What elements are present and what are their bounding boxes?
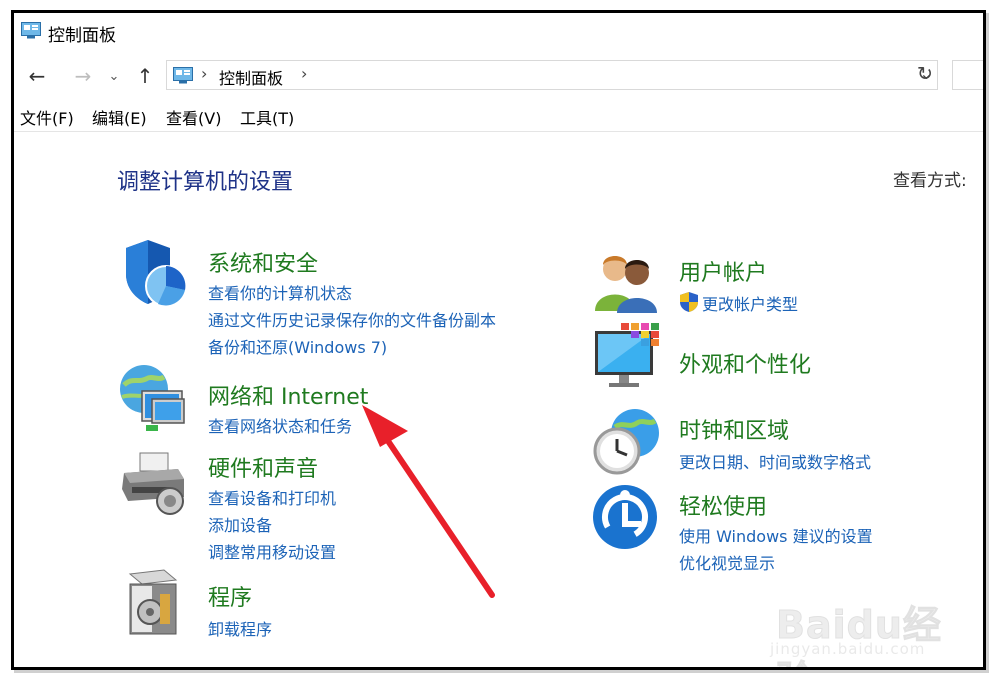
network-icon[interactable] (118, 363, 190, 435)
printer-icon[interactable] (118, 445, 190, 517)
title-bar: 控制面板 (14, 13, 983, 51)
recent-locations-chevron-icon[interactable]: ⌄ (106, 63, 122, 89)
menu-tools[interactable]: 工具(T) (240, 105, 294, 129)
baidu-watermark: Baidu经验 jingyan.baidu.com (766, 588, 956, 668)
menu-edit[interactable]: 编辑(E) (92, 105, 147, 129)
link-change-date-time[interactable]: 更改日期、时间或数字格式 (679, 449, 871, 473)
category-title[interactable]: 轻松使用 (679, 489, 767, 521)
watermark-url: jingyan.baidu.com (770, 640, 926, 658)
link-view-computer-status[interactable]: 查看你的计算机状态 (208, 280, 352, 304)
category-title[interactable]: 外观和个性化 (679, 347, 811, 379)
window-title: 控制面板 (48, 26, 116, 46)
search-input[interactable] (952, 60, 983, 90)
annotation-arrow-icon (362, 405, 495, 598)
link-uninstall-program[interactable]: 卸载程序 (208, 616, 272, 640)
control-panel-small-icon (173, 67, 193, 88)
monitor-icon[interactable] (591, 321, 663, 393)
link-devices-printers[interactable]: 查看设备和打印机 (208, 485, 336, 509)
menu-bar: 文件(F) 编辑(E) 查看(V) 工具(T) (14, 105, 983, 133)
uac-shield-icon (679, 291, 699, 317)
forward-arrow-icon[interactable]: → (70, 63, 96, 89)
link-view-network-status[interactable]: 查看网络状态和任务 (208, 413, 352, 437)
category-title[interactable]: 用户帐户 (679, 255, 767, 287)
navigation-bar: ← → ⌄ ↑ › 控制面板 › ⌄ ↻ (14, 59, 983, 93)
category-title[interactable]: 时钟和区域 (679, 413, 789, 445)
menu-file[interactable]: 文件(F) (20, 105, 74, 129)
category-title[interactable]: 系统和安全 (208, 246, 318, 278)
back-arrow-icon[interactable]: ← (24, 63, 50, 89)
programs-icon[interactable] (118, 568, 190, 640)
menu-view[interactable]: 查看(V) (166, 105, 221, 129)
breadcrumb-separator-icon[interactable]: › (301, 64, 307, 83)
control-panel-icon (21, 22, 41, 43)
users-icon[interactable] (591, 245, 663, 317)
menu-divider (14, 131, 983, 132)
category-title[interactable]: 网络和 Internet (208, 379, 368, 411)
clock-icon[interactable] (591, 405, 663, 477)
link-backup-restore[interactable]: 备份和还原(Windows 7) (208, 334, 387, 358)
ease-of-access-icon[interactable] (591, 481, 663, 553)
view-by-label: 查看方式: (893, 171, 967, 191)
control-panel-window: 控制面板 ← → ⌄ ↑ › 控制面板 › ⌄ ↻ 文件(F) 编辑(E) 查看… (11, 10, 986, 670)
category-title[interactable]: 硬件和声音 (208, 451, 318, 483)
breadcrumb-control-panel[interactable]: 控制面板 (219, 65, 283, 89)
shield-icon[interactable] (118, 238, 190, 310)
up-arrow-icon[interactable]: ↑ (132, 63, 158, 89)
address-bar[interactable]: › 控制面板 › ⌄ (166, 60, 938, 90)
watermark-brand: Baidu经验 (776, 603, 942, 668)
link-optimize-visual[interactable]: 优化视觉显示 (679, 550, 775, 574)
page-title: 调整计算机的设置 (117, 170, 294, 195)
link-mobility-settings[interactable]: 调整常用移动设置 (208, 539, 336, 563)
link-add-device[interactable]: 添加设备 (208, 512, 272, 536)
link-file-history[interactable]: 通过文件历史记录保存你的文件备份副本 (208, 307, 496, 331)
refresh-icon[interactable]: ↻ (917, 63, 933, 85)
link-change-account-type[interactable]: 更改帐户类型 (702, 291, 798, 315)
link-recommended-settings[interactable]: 使用 Windows 建议的设置 (679, 523, 873, 547)
category-title[interactable]: 程序 (208, 580, 252, 612)
breadcrumb-separator-icon[interactable]: › (201, 64, 207, 83)
